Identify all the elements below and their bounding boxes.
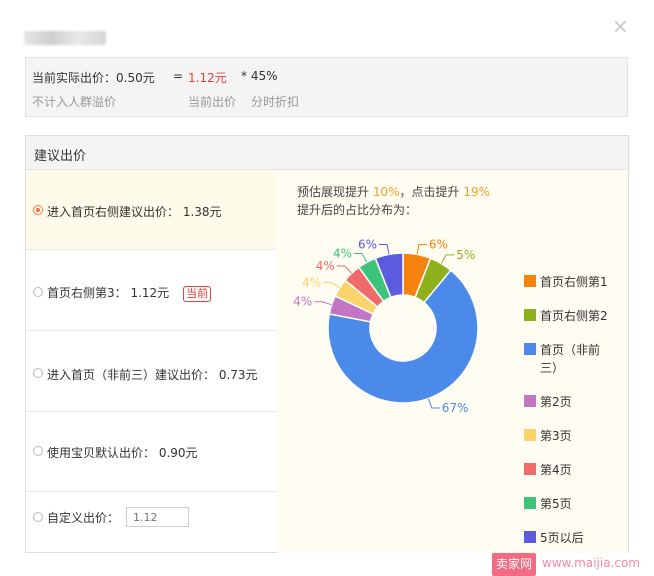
time-discount-value: * 45%: [241, 69, 278, 83]
current-bid-summary: 当前实际出价：0.50元 = 1.12元 * 45% 不计入人群溢价 当前出价 …: [25, 57, 628, 117]
panel-title: 建议出价: [34, 149, 87, 164]
legend-swatch: [524, 531, 536, 543]
note-current-bid: 当前出价: [188, 95, 237, 109]
note-excluded-premium: 不计入人群溢价: [32, 95, 117, 109]
option-homepage-right[interactable]: 进入首页右侧建议出价： 1.38元: [26, 170, 276, 250]
option-default-bid[interactable]: 使用宝贝默认出价： 0.90元: [26, 412, 276, 492]
legend-swatch: [524, 429, 536, 441]
slice-label: 6%: [429, 238, 448, 252]
option-label-wrap: 首页右侧第3： 1.12元 当前: [47, 284, 212, 302]
option-label: 进入首页（非前三）建议出价： 0.73元: [47, 368, 258, 382]
legend-label: 5页以后: [540, 531, 584, 545]
leader-line: [416, 244, 427, 255]
leader-line: [379, 244, 390, 255]
suggested-bid-panel: 建议出价 进入首页右侧建议出价： 1.38元 首页右侧第3： 1.12元 当前 进…: [25, 135, 629, 553]
prediction-panel: 预估展现提升 10%，点击提升 19% 提升后的占比分布为： 6% 5% 67% 4%…: [277, 170, 628, 553]
equals-sign: =: [173, 69, 184, 83]
watermark-brand: 卖家网: [492, 553, 536, 576]
legend-label: 首页右侧第2: [540, 309, 608, 323]
slice-label: 5%: [456, 248, 475, 262]
slice-label: 4%: [293, 295, 312, 309]
legend-label: 第3页: [540, 429, 572, 443]
legend-label: 首页（非前: [540, 343, 601, 357]
close-icon[interactable]: ×: [612, 16, 629, 36]
legend-label: 第4页: [540, 463, 572, 477]
option-label: 使用宝贝默认出价： 0.90元: [47, 446, 198, 460]
legend-label-line2: 三）: [540, 361, 565, 375]
panel-header: 建议出价: [26, 136, 628, 170]
leader-line: [323, 281, 340, 289]
option-homepage-right-3[interactable]: 首页右侧第3： 1.12元 当前: [26, 250, 276, 331]
option-label: 自定义出价：: [47, 511, 120, 525]
slice-label: 4%: [302, 275, 321, 289]
slice-label: 4%: [333, 247, 352, 261]
leader-line: [354, 253, 368, 263]
watermark-url: www.maijia.com: [542, 556, 640, 570]
legend-swatch: [524, 463, 536, 475]
leader-line: [336, 265, 353, 274]
current-badge: 当前: [183, 286, 212, 302]
actual-bid-label: 当前实际出价：0.50元: [32, 71, 155, 85]
option-custom-bid[interactable]: 自定义出价：: [26, 492, 276, 553]
radio-button[interactable]: [33, 368, 43, 378]
option-homepage-non-top3[interactable]: 进入首页（非前三）建议出价： 0.73元: [26, 331, 276, 412]
legend-label: 第2页: [540, 395, 572, 409]
radio-button[interactable]: [33, 446, 43, 456]
slice-label: 6%: [358, 238, 377, 252]
custom-bid-input[interactable]: [126, 507, 189, 527]
radio-button[interactable]: [33, 287, 43, 297]
blurred-title: [24, 31, 106, 45]
legend-swatch: [524, 309, 536, 321]
legend-swatch: [524, 343, 536, 355]
slice-label: 67%: [442, 401, 469, 415]
legend-swatch: [524, 395, 536, 407]
watermark: 卖家网 www.maijia.com: [486, 553, 654, 576]
note-time-discount: 分时折扣: [251, 95, 300, 109]
option-label: 进入首页右侧建议出价： 1.38元: [47, 205, 222, 219]
legend-swatch: [524, 497, 536, 509]
legend-label: 首页右侧第1: [540, 275, 608, 289]
distribution-donut-chart: 6%5%67%4%4%4%4%6%: [293, 238, 479, 415]
option-label: 首页右侧第3： 1.12元: [47, 286, 170, 300]
leader-line: [427, 398, 440, 409]
radio-button[interactable]: [33, 205, 43, 215]
legend-label: 第5页: [540, 497, 572, 511]
current-bid-value: 1.12元: [188, 71, 227, 85]
legend-swatch: [524, 275, 536, 287]
leader-line: [314, 301, 332, 306]
slice-label: 4%: [316, 259, 335, 273]
leader-line: [440, 254, 455, 264]
radio-button[interactable]: [33, 512, 43, 522]
